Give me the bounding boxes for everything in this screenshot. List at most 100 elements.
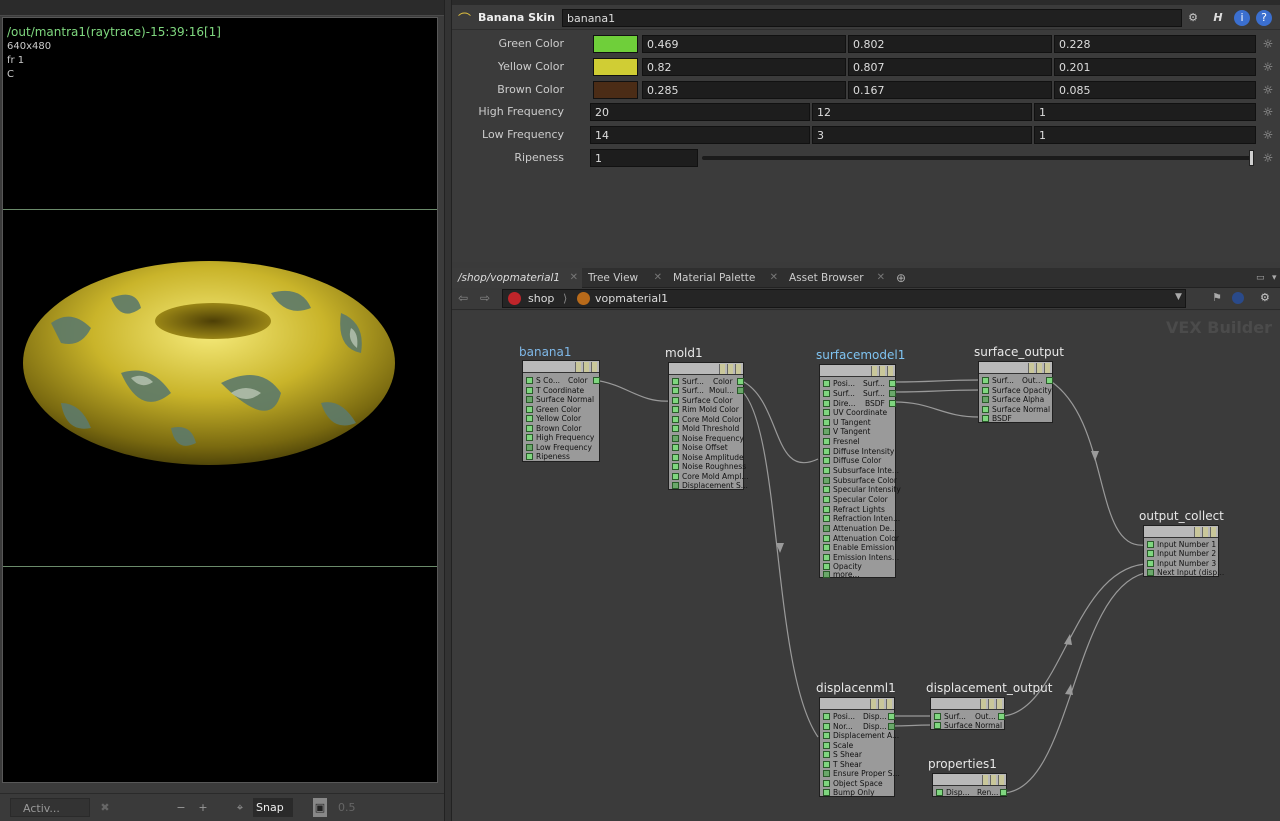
node-flag[interactable] <box>735 364 741 374</box>
output-socket[interactable] <box>737 387 744 394</box>
node-flag[interactable] <box>990 775 996 785</box>
input-socket[interactable] <box>823 390 830 397</box>
input-socket[interactable] <box>823 571 830 578</box>
input-socket[interactable] <box>823 761 830 768</box>
node-displacement-output[interactable]: Surf... Out... Surface Normal <box>930 697 1005 730</box>
param-options-icon[interactable]: ☼ <box>1261 128 1275 142</box>
snapshot-toggle-icon[interactable]: ▣ <box>313 798 327 817</box>
input-socket[interactable] <box>823 723 830 730</box>
snap-button[interactable]: Snap <box>253 798 293 817</box>
zoom-in-icon[interactable]: + <box>197 798 209 817</box>
network-gear-icon[interactable]: ⚙ <box>1260 291 1270 304</box>
input-socket[interactable] <box>672 454 679 461</box>
output-socket[interactable] <box>889 400 896 407</box>
breadcrumb-shop[interactable]: shop <box>528 292 554 305</box>
help-icon[interactable]: ? <box>1256 10 1272 26</box>
input-socket[interactable] <box>526 444 533 451</box>
param-options-icon[interactable]: ☼ <box>1261 83 1275 97</box>
gear-icon[interactable]: ⚙ <box>1185 10 1201 26</box>
input-socket[interactable] <box>1147 560 1154 567</box>
input-socket[interactable] <box>982 387 989 394</box>
input-socket[interactable] <box>823 380 830 387</box>
color-swatch[interactable] <box>593 35 638 53</box>
output-socket[interactable] <box>737 378 744 385</box>
input-socket[interactable] <box>672 444 679 451</box>
input-socket[interactable] <box>672 473 679 480</box>
input-socket[interactable] <box>1147 541 1154 548</box>
input-socket[interactable] <box>526 396 533 403</box>
close-icon[interactable]: ✕ <box>877 268 885 288</box>
input-socket[interactable] <box>672 435 679 442</box>
input-socket[interactable] <box>823 535 830 542</box>
input-socket[interactable] <box>672 378 679 385</box>
param-options-icon[interactable]: ☼ <box>1261 37 1275 51</box>
node-mold1[interactable]: Surf... Color Surf... Moul... Surface Co… <box>668 362 748 490</box>
node-properties1[interactable]: Disp... Ren... <box>932 773 1007 797</box>
input-socket[interactable] <box>823 409 830 416</box>
input-socket[interactable] <box>526 406 533 413</box>
param-field-x[interactable]: 14 <box>590 126 810 144</box>
input-socket[interactable] <box>526 415 533 422</box>
info-icon[interactable]: i <box>1234 10 1250 26</box>
input-socket[interactable] <box>823 732 830 739</box>
node-flag[interactable] <box>996 699 1002 709</box>
node-flag[interactable] <box>1044 363 1050 373</box>
node-flag[interactable] <box>878 699 884 709</box>
back-icon[interactable]: ⇦ <box>458 291 468 305</box>
input-socket[interactable] <box>672 416 679 423</box>
param-field-r[interactable]: 0.82 <box>642 58 846 76</box>
input-socket[interactable] <box>672 463 679 470</box>
node-flag[interactable] <box>575 362 581 372</box>
param-field-x[interactable]: 20 <box>590 103 810 121</box>
input-socket[interactable] <box>823 438 830 445</box>
render-mode-dropdown[interactable]: Activ... <box>10 798 90 817</box>
input-socket[interactable] <box>672 482 679 489</box>
node-displacenml1[interactable]: Posi... Disp... Nor... Disp... Displacem… <box>819 697 900 797</box>
node-flag[interactable] <box>727 364 733 374</box>
ripeness-slider-handle[interactable] <box>1249 150 1254 166</box>
input-socket[interactable] <box>526 387 533 394</box>
input-socket[interactable] <box>823 428 830 435</box>
tab-network[interactable]: /shop/vopmaterial1 ✕ <box>452 268 582 288</box>
input-socket[interactable] <box>672 387 679 394</box>
path-field[interactable]: shop ⟩ vopmaterial1 ▼ <box>502 289 1186 308</box>
param-field-r[interactable]: 0.469 <box>642 35 846 53</box>
input-socket[interactable] <box>823 742 830 749</box>
param-field-g[interactable]: 0.167 <box>848 81 1052 99</box>
input-socket[interactable] <box>823 544 830 551</box>
node-flag[interactable] <box>583 362 589 372</box>
input-socket[interactable] <box>1147 550 1154 557</box>
input-socket[interactable] <box>823 496 830 503</box>
input-socket[interactable] <box>526 453 533 460</box>
input-socket[interactable] <box>823 554 830 561</box>
node-surface-output[interactable]: Surf... Out... Surface Opacity Surface A… <box>978 361 1053 423</box>
network-editor[interactable]: VEX Builder banana1 S Co... Color T Coor… <box>452 311 1280 821</box>
param-field-b[interactable]: 0.085 <box>1054 81 1256 99</box>
houdini-help-icon[interactable]: H <box>1210 10 1226 26</box>
close-icon[interactable]: ✕ <box>770 268 778 288</box>
node-name-field[interactable]: banana1 <box>562 9 1182 27</box>
node-surfacemodel1[interactable]: Posi... Surf... Surf... Surf... Dire... … <box>819 364 901 579</box>
input-socket[interactable] <box>823 457 830 464</box>
input-socket[interactable] <box>982 377 989 384</box>
node-flag[interactable] <box>1202 527 1208 537</box>
node-flag[interactable] <box>870 699 876 709</box>
input-socket[interactable] <box>823 789 830 796</box>
input-socket[interactable] <box>823 770 830 777</box>
pane-splitter[interactable] <box>444 0 452 821</box>
param-field-z[interactable]: 1 <box>1034 126 1256 144</box>
param-field-b[interactable]: 0.201 <box>1054 58 1256 76</box>
node-banana1[interactable]: S Co... Color T Coordinate Surface Norma… <box>522 360 600 462</box>
color-swatch[interactable] <box>593 81 638 99</box>
input-socket[interactable] <box>823 486 830 493</box>
node-flag[interactable] <box>982 775 988 785</box>
node-flag[interactable] <box>879 366 885 376</box>
input-socket[interactable] <box>672 397 679 404</box>
input-socket[interactable] <box>934 722 941 729</box>
maximize-icon[interactable]: ▭ <box>1250 268 1265 288</box>
output-socket[interactable] <box>1000 789 1007 796</box>
output-socket[interactable] <box>593 377 600 384</box>
param-field-b[interactable]: 0.228 <box>1054 35 1256 53</box>
node-flag[interactable] <box>719 364 725 374</box>
zoom-out-icon[interactable]: − <box>175 798 187 817</box>
